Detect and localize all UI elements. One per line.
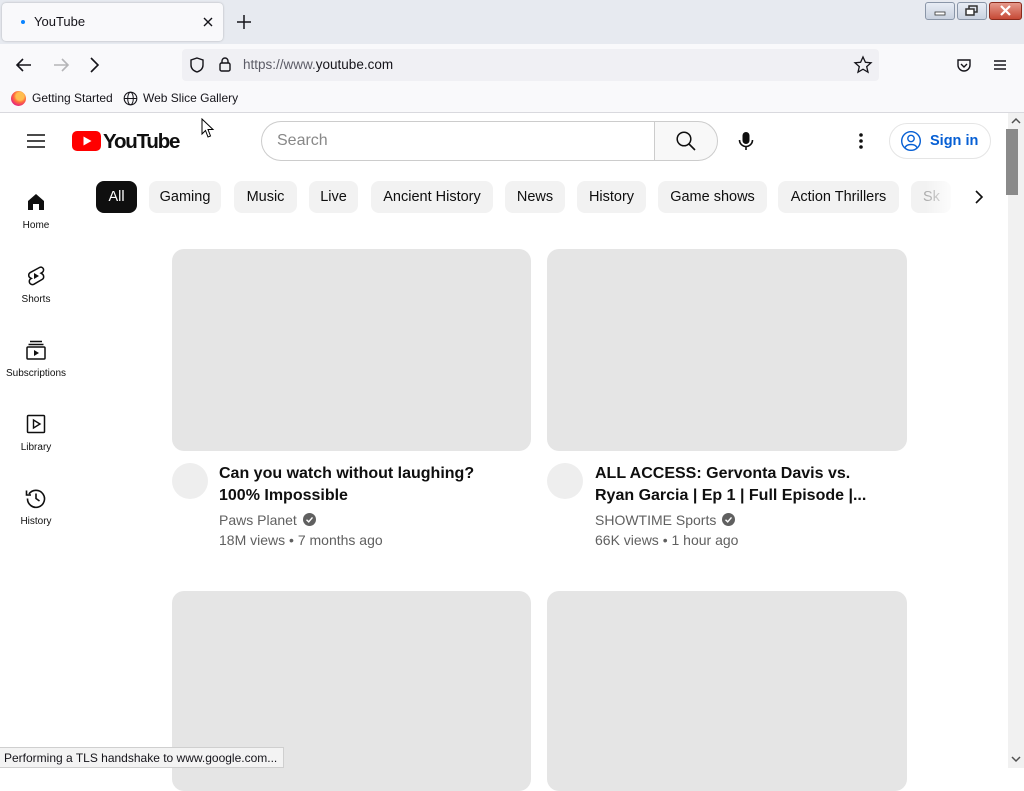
close-tab-icon[interactable] bbox=[200, 14, 216, 30]
chip-music[interactable]: Music bbox=[234, 181, 297, 213]
tab-loading-dot bbox=[21, 20, 25, 24]
firefox-icon bbox=[11, 91, 26, 106]
channel-name: Paws Planet bbox=[219, 512, 297, 528]
channel-name: SHOWTIME Sports bbox=[595, 512, 717, 528]
video-thumbnail[interactable] bbox=[547, 591, 907, 791]
chip-history[interactable]: History bbox=[577, 181, 646, 213]
chip-action-thrillers[interactable]: Action Thrillers bbox=[778, 181, 899, 213]
bookmark-label: Web Slice Gallery bbox=[143, 91, 239, 105]
status-bar: Performing a TLS handshake to www.google… bbox=[0, 747, 285, 768]
chip-live[interactable]: Live bbox=[309, 181, 358, 213]
shorts-icon bbox=[27, 266, 45, 286]
channel-avatar[interactable] bbox=[547, 463, 583, 499]
home-icon bbox=[28, 194, 44, 210]
youtube-play-icon bbox=[72, 131, 101, 151]
video-age: 1 hour ago bbox=[671, 532, 739, 548]
chip-ancient-history[interactable]: Ancient History bbox=[371, 181, 493, 213]
video-metadata: 18M views • 7 months ago bbox=[219, 532, 383, 548]
video-thumbnail[interactable] bbox=[172, 249, 531, 451]
sign-in-button[interactable]: Sign in bbox=[889, 123, 991, 159]
video-title[interactable]: ALL ACCESS: Gervonta Davis vs. Ryan Garc… bbox=[595, 463, 885, 507]
bookmarks-toolbar: Getting Started Web Slice Gallery bbox=[0, 85, 1024, 113]
guide-item-shorts[interactable]: Shorts bbox=[0, 254, 72, 328]
browser-tab-bar: YouTube bbox=[0, 0, 1024, 44]
search-input[interactable] bbox=[277, 130, 637, 152]
scroll-up-icon[interactable] bbox=[1010, 116, 1022, 126]
lock-icon[interactable] bbox=[216, 55, 234, 73]
more-options-icon[interactable] bbox=[850, 130, 872, 152]
bookmark-web-slice-gallery[interactable]: Web Slice Gallery bbox=[123, 91, 239, 106]
forward-icon[interactable] bbox=[50, 54, 72, 76]
logo-text: YouTube bbox=[103, 130, 180, 153]
chip-all[interactable]: All bbox=[96, 181, 137, 213]
url-text[interactable]: https://www.youtube.com bbox=[243, 57, 393, 72]
guide-item-subscriptions[interactable]: Subscriptions bbox=[0, 328, 72, 402]
guide-menu-icon[interactable] bbox=[24, 129, 48, 153]
guide-item-home[interactable]: Home bbox=[0, 180, 72, 254]
video-channel[interactable]: SHOWTIME Sports bbox=[595, 512, 736, 528]
scroll-down-icon[interactable] bbox=[1010, 754, 1022, 764]
search-button[interactable] bbox=[654, 121, 718, 161]
video-thumbnail[interactable] bbox=[547, 249, 907, 451]
chevron-right-icon[interactable] bbox=[968, 186, 990, 208]
video-channel[interactable]: Paws Planet bbox=[219, 512, 316, 528]
browser-tab[interactable]: YouTube bbox=[2, 3, 223, 41]
guide-label: History bbox=[20, 516, 52, 527]
new-tab-icon[interactable] bbox=[235, 13, 253, 31]
subscriptions-icon bbox=[26, 340, 46, 360]
scrollbar-thumb[interactable] bbox=[1006, 129, 1018, 195]
guide-label: Home bbox=[22, 220, 50, 231]
shield-icon[interactable] bbox=[188, 56, 206, 74]
channel-avatar[interactable] bbox=[172, 463, 208, 499]
chip-news[interactable]: News bbox=[505, 181, 565, 213]
globe-icon bbox=[123, 91, 138, 106]
minimize-button[interactable] bbox=[925, 2, 955, 20]
pocket-icon[interactable] bbox=[955, 56, 973, 74]
guide-label: Subscriptions bbox=[5, 368, 67, 379]
bookmark-star-icon[interactable] bbox=[853, 55, 873, 75]
video-title[interactable]: Can you watch without laughing? 100% Imp… bbox=[219, 463, 519, 507]
guide-label: Library bbox=[20, 442, 52, 453]
verified-icon bbox=[302, 513, 316, 526]
account-icon bbox=[900, 130, 922, 152]
menu-icon[interactable] bbox=[991, 56, 1009, 74]
video-views: 66K views bbox=[595, 532, 659, 548]
video-views: 18M views bbox=[219, 532, 286, 548]
sign-in-label: Sign in bbox=[930, 133, 979, 149]
bookmark-getting-started[interactable]: Getting Started bbox=[11, 91, 113, 106]
chip-gaming[interactable]: Gaming bbox=[149, 181, 221, 213]
guide-item-history[interactable]: History bbox=[0, 476, 72, 550]
page-scrollbar[interactable] bbox=[1008, 113, 1024, 768]
library-icon bbox=[26, 414, 46, 434]
cursor-icon bbox=[201, 118, 215, 138]
guide-item-library[interactable]: Library bbox=[0, 402, 72, 476]
verified-icon bbox=[722, 513, 736, 526]
voice-search-icon[interactable] bbox=[735, 130, 757, 152]
video-metadata: 66K views • 1 hour ago bbox=[595, 532, 739, 548]
chip-game-shows[interactable]: Game shows bbox=[658, 181, 767, 213]
restore-button[interactable] bbox=[957, 2, 987, 20]
close-window-button[interactable] bbox=[989, 2, 1022, 20]
guide-label: Shorts bbox=[21, 294, 51, 305]
tab-title: YouTube bbox=[34, 14, 86, 29]
search-icon bbox=[676, 131, 696, 151]
history-icon bbox=[25, 489, 46, 509]
bookmark-label: Getting Started bbox=[32, 91, 113, 105]
stop-loading-icon[interactable] bbox=[85, 54, 107, 76]
video-age: 7 months ago bbox=[297, 532, 383, 548]
back-icon[interactable] bbox=[13, 54, 35, 76]
